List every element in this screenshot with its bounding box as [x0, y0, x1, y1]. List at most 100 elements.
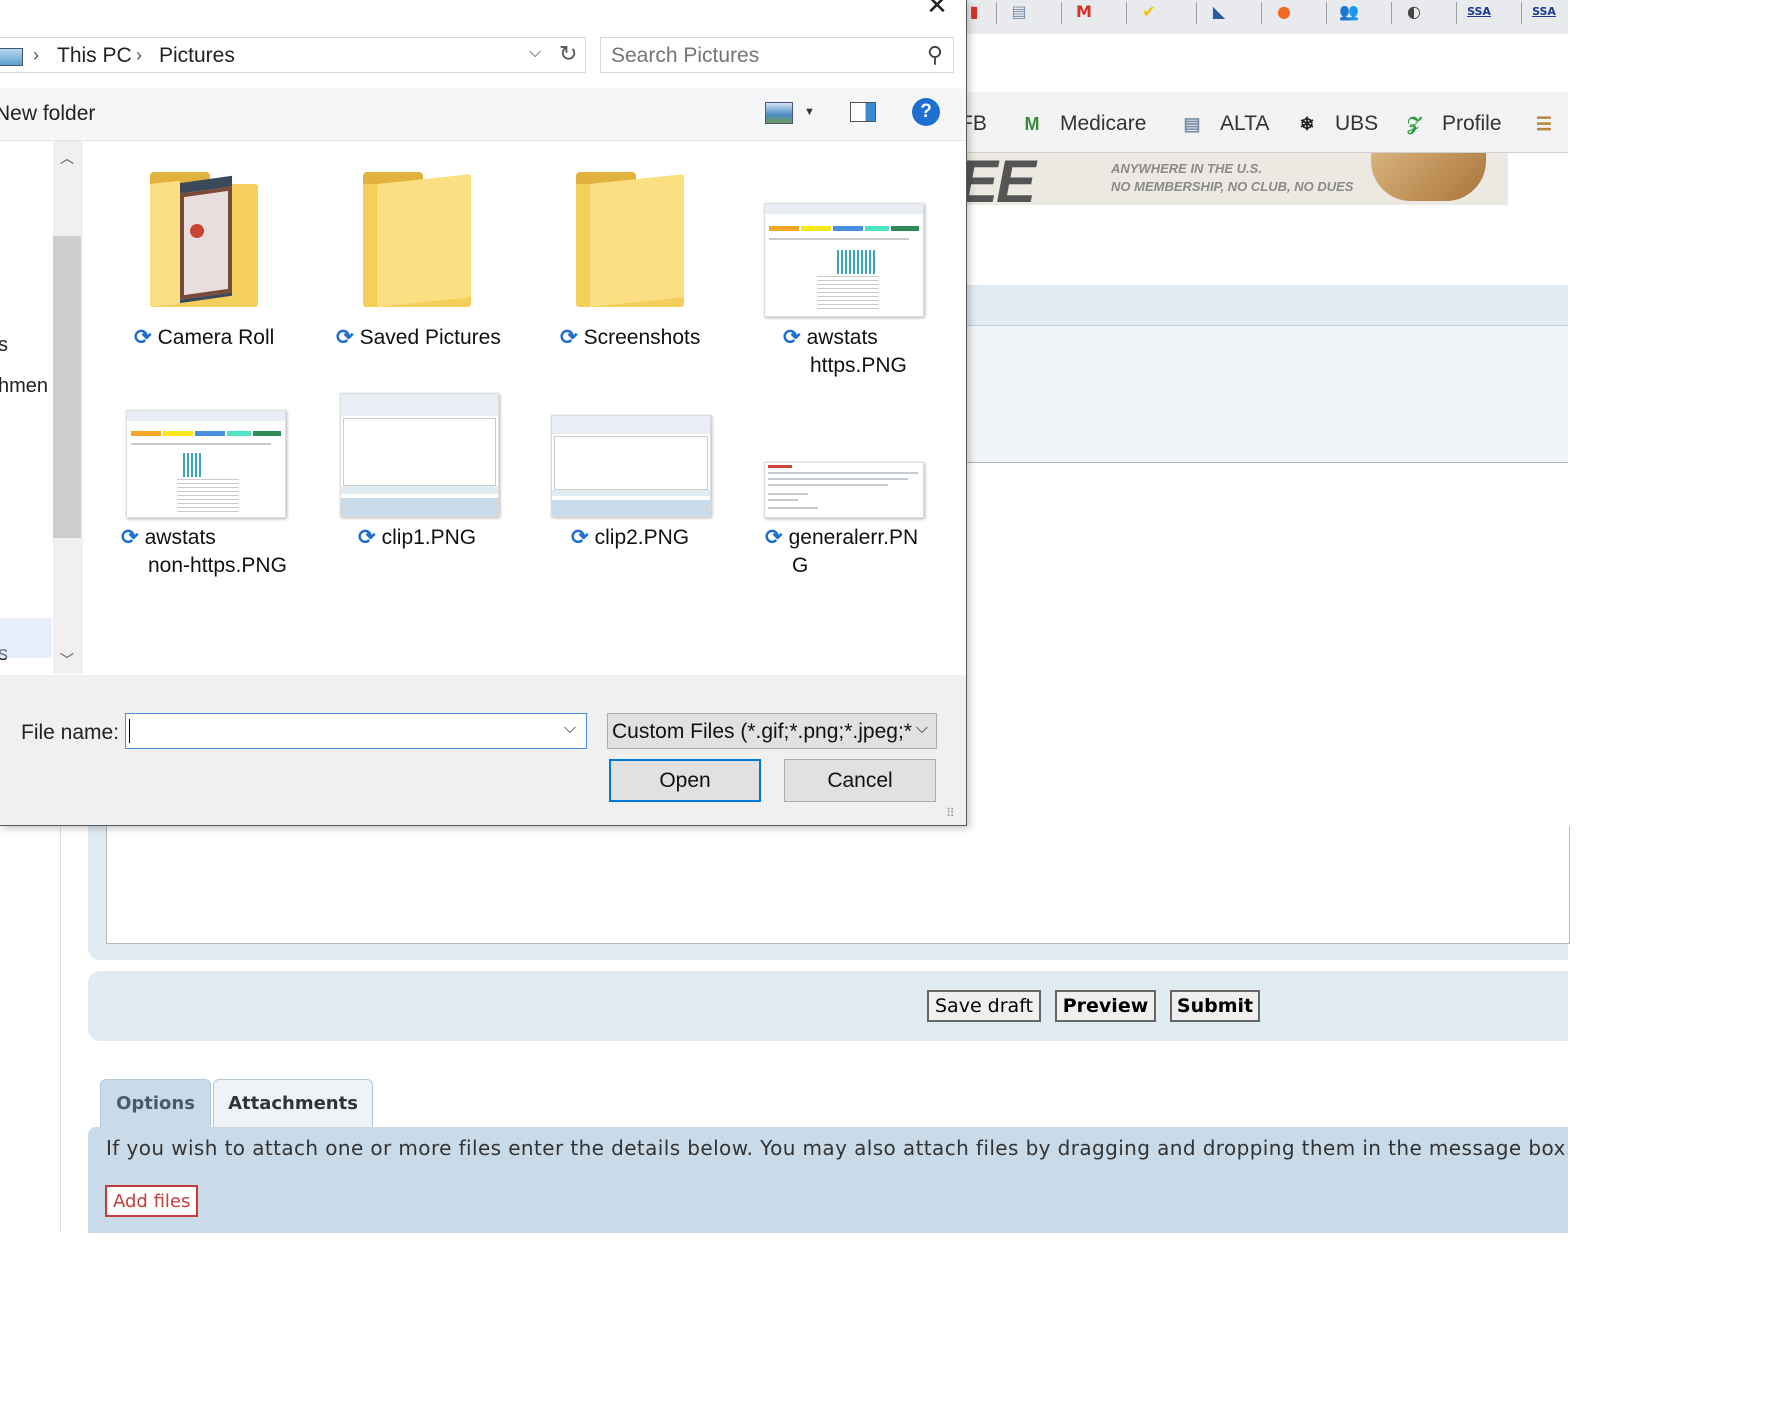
- toolbar-separator: [1391, 2, 1392, 24]
- file-label[interactable]: ⟳ generalerr.PN G: [765, 524, 918, 580]
- file-name-label: File name:: [21, 721, 120, 744]
- sync-icon: ⟳: [571, 526, 589, 549]
- breadcrumb-this-pc[interactable]: This PC: [57, 44, 132, 68]
- section-panel: [966, 326, 1568, 463]
- view-dropdown-icon[interactable]: ▼: [804, 106, 815, 118]
- sync-icon: ⟳: [560, 326, 578, 349]
- toolbar-separator: [1521, 2, 1522, 24]
- gmail-icon[interactable]: M: [1070, 0, 1098, 22]
- scroll-down-icon[interactable]: ﹀: [60, 650, 74, 670]
- add-files-button[interactable]: Add files: [105, 1185, 199, 1217]
- chevron-right-icon[interactable]: ›: [33, 45, 39, 66]
- scroll-up-icon[interactable]: ︿: [60, 148, 74, 168]
- bookmark-label: ALTA: [1220, 112, 1270, 135]
- bookmark-item[interactable]: 𝒵 Profile: [1400, 110, 1501, 138]
- bookmark-label: UBS: [1335, 112, 1379, 135]
- submit-button[interactable]: Submit: [1170, 990, 1260, 1022]
- ssa-icon-1[interactable]: SSA: [1465, 0, 1493, 22]
- document-extension-icon[interactable]: ▤: [1005, 0, 1033, 22]
- address-bar[interactable]: › This PC › Pictures ⌵ ↻: [0, 37, 586, 73]
- new-folder-button[interactable]: New folder: [0, 102, 95, 126]
- file-label[interactable]: ⟳ awstats https.PNG: [783, 324, 907, 380]
- norton-icon[interactable]: ✔: [1135, 0, 1163, 22]
- section-header: [966, 285, 1568, 326]
- file-label[interactable]: ⟳ Screenshots: [560, 324, 700, 352]
- view-options-icon[interactable]: [765, 102, 793, 124]
- sync-icon: ⟳: [783, 326, 801, 349]
- chevron-down-icon[interactable]: ⌵: [916, 720, 928, 738]
- bookmark-extension-icon[interactable]: ◣: [1205, 0, 1233, 22]
- image-thumbnail[interactable]: [126, 410, 286, 518]
- refresh-icon[interactable]: ↻: [559, 41, 577, 67]
- resize-grip-icon[interactable]: ⠿: [946, 806, 955, 820]
- bookmark-icon: M: [1024, 113, 1040, 134]
- sync-icon: ⟳: [121, 526, 139, 549]
- this-pc-icon: [0, 48, 23, 66]
- open-button[interactable]: Open: [609, 759, 761, 802]
- toolbar-separator: [1456, 2, 1457, 24]
- image-thumbnail[interactable]: [551, 415, 711, 517]
- sync-icon: ⟳: [358, 526, 376, 549]
- message-textarea[interactable]: [106, 826, 1570, 944]
- tab-options[interactable]: Options: [100, 1079, 211, 1127]
- left-column: [0, 826, 61, 1233]
- cancel-button[interactable]: Cancel: [784, 759, 936, 802]
- bookmark-item[interactable]: M Medicare: [1018, 110, 1147, 138]
- image-thumbnail[interactable]: [764, 462, 924, 518]
- save-draft-button[interactable]: Save draft: [927, 990, 1041, 1022]
- nav-item-fragment[interactable]: s: [0, 334, 8, 357]
- bookmark-label: Medicare: [1060, 112, 1147, 135]
- bookmark-icon: ❄: [1299, 113, 1315, 134]
- extensions-bar: ▮ ▤ M ✔ ◣ ● 👥 ◐ SSA SSA: [960, 0, 1568, 34]
- sync-icon: ⟳: [134, 326, 152, 349]
- toolbar-separator: [996, 2, 997, 24]
- folder-icon: [150, 172, 258, 307]
- search-box[interactable]: Search Pictures ⚲: [600, 37, 954, 73]
- ssa-icon-2[interactable]: SSA: [1530, 0, 1558, 22]
- bookmark-icon: ☰: [1535, 113, 1553, 134]
- sync-icon: ⟳: [765, 526, 783, 549]
- chevron-right-icon[interactable]: ›: [136, 45, 142, 66]
- bookmark-item[interactable]: ▤ ALTA: [1178, 110, 1269, 138]
- toolbar-separator: [1126, 2, 1127, 24]
- chevron-down-icon[interactable]: ⌵: [529, 44, 541, 62]
- tab-attachments[interactable]: Attachments: [213, 1079, 373, 1127]
- toolbar-separator: [1261, 2, 1262, 24]
- banner-line-1: ANYWHERE IN THE U.S.: [1111, 161, 1262, 176]
- file-type-value: Custom Files (*.gif;*.png;*.jpeg;*: [612, 720, 912, 743]
- file-label[interactable]: ⟳ Saved Pictures: [336, 324, 501, 352]
- bookmark-item[interactable]: ☰: [1530, 110, 1572, 138]
- nav-item-fragment[interactable]: hmen: [0, 375, 48, 398]
- image-thumbnail[interactable]: [764, 203, 924, 317]
- file-label[interactable]: ⟳ Camera Roll: [134, 324, 274, 352]
- breadcrumb-pictures[interactable]: Pictures: [159, 44, 235, 68]
- attachments-instructions: If you wish to attach one or more files …: [106, 1136, 1568, 1160]
- close-icon[interactable]: ✕: [920, 0, 954, 20]
- preview-button[interactable]: Preview: [1055, 990, 1156, 1022]
- bookmarks-bar: FB M Medicare ▤ ALTA ❄ UBS 𝒵 Profile ☰: [960, 92, 1568, 153]
- ad-banner[interactable]: EE ANYWHERE IN THE U.S. NO MEMBERSHIP, N…: [966, 153, 1508, 205]
- submit-panel: [88, 971, 1568, 1041]
- bookmark-item[interactable]: ❄ UBS: [1293, 110, 1378, 138]
- bookmark-icon: 𝒵: [1407, 113, 1421, 134]
- folder-icon: [363, 172, 471, 307]
- file-type-select[interactable]: Custom Files (*.gif;*.png;*.jpeg;* ⌵: [607, 713, 937, 749]
- file-label[interactable]: ⟳ clip1.PNG: [358, 524, 476, 552]
- toolbar-separator: [1326, 2, 1327, 24]
- help-icon[interactable]: ?: [912, 98, 940, 126]
- chevron-down-icon[interactable]: ⌵: [564, 720, 576, 738]
- dialog-footer: [0, 675, 966, 825]
- file-name-input[interactable]: ⌵: [125, 713, 587, 749]
- image-thumbnail[interactable]: [340, 393, 499, 517]
- search-icon[interactable]: ⚲: [927, 42, 943, 68]
- nav-scrollbar-thumb[interactable]: [53, 236, 81, 538]
- file-label[interactable]: ⟳ awstats non-https.PNG: [121, 524, 287, 580]
- preview-pane-icon[interactable]: [850, 102, 876, 122]
- search-input[interactable]: Search Pictures: [611, 44, 759, 68]
- orange-extension-icon[interactable]: ●: [1270, 0, 1298, 22]
- globe-icon[interactable]: ◐: [1400, 0, 1428, 22]
- nav-selected-item[interactable]: [0, 618, 52, 658]
- file-label[interactable]: ⟳ clip2.PNG: [571, 524, 689, 552]
- sync-icon: ⟳: [336, 326, 354, 349]
- people-icon[interactable]: 👥: [1335, 0, 1363, 22]
